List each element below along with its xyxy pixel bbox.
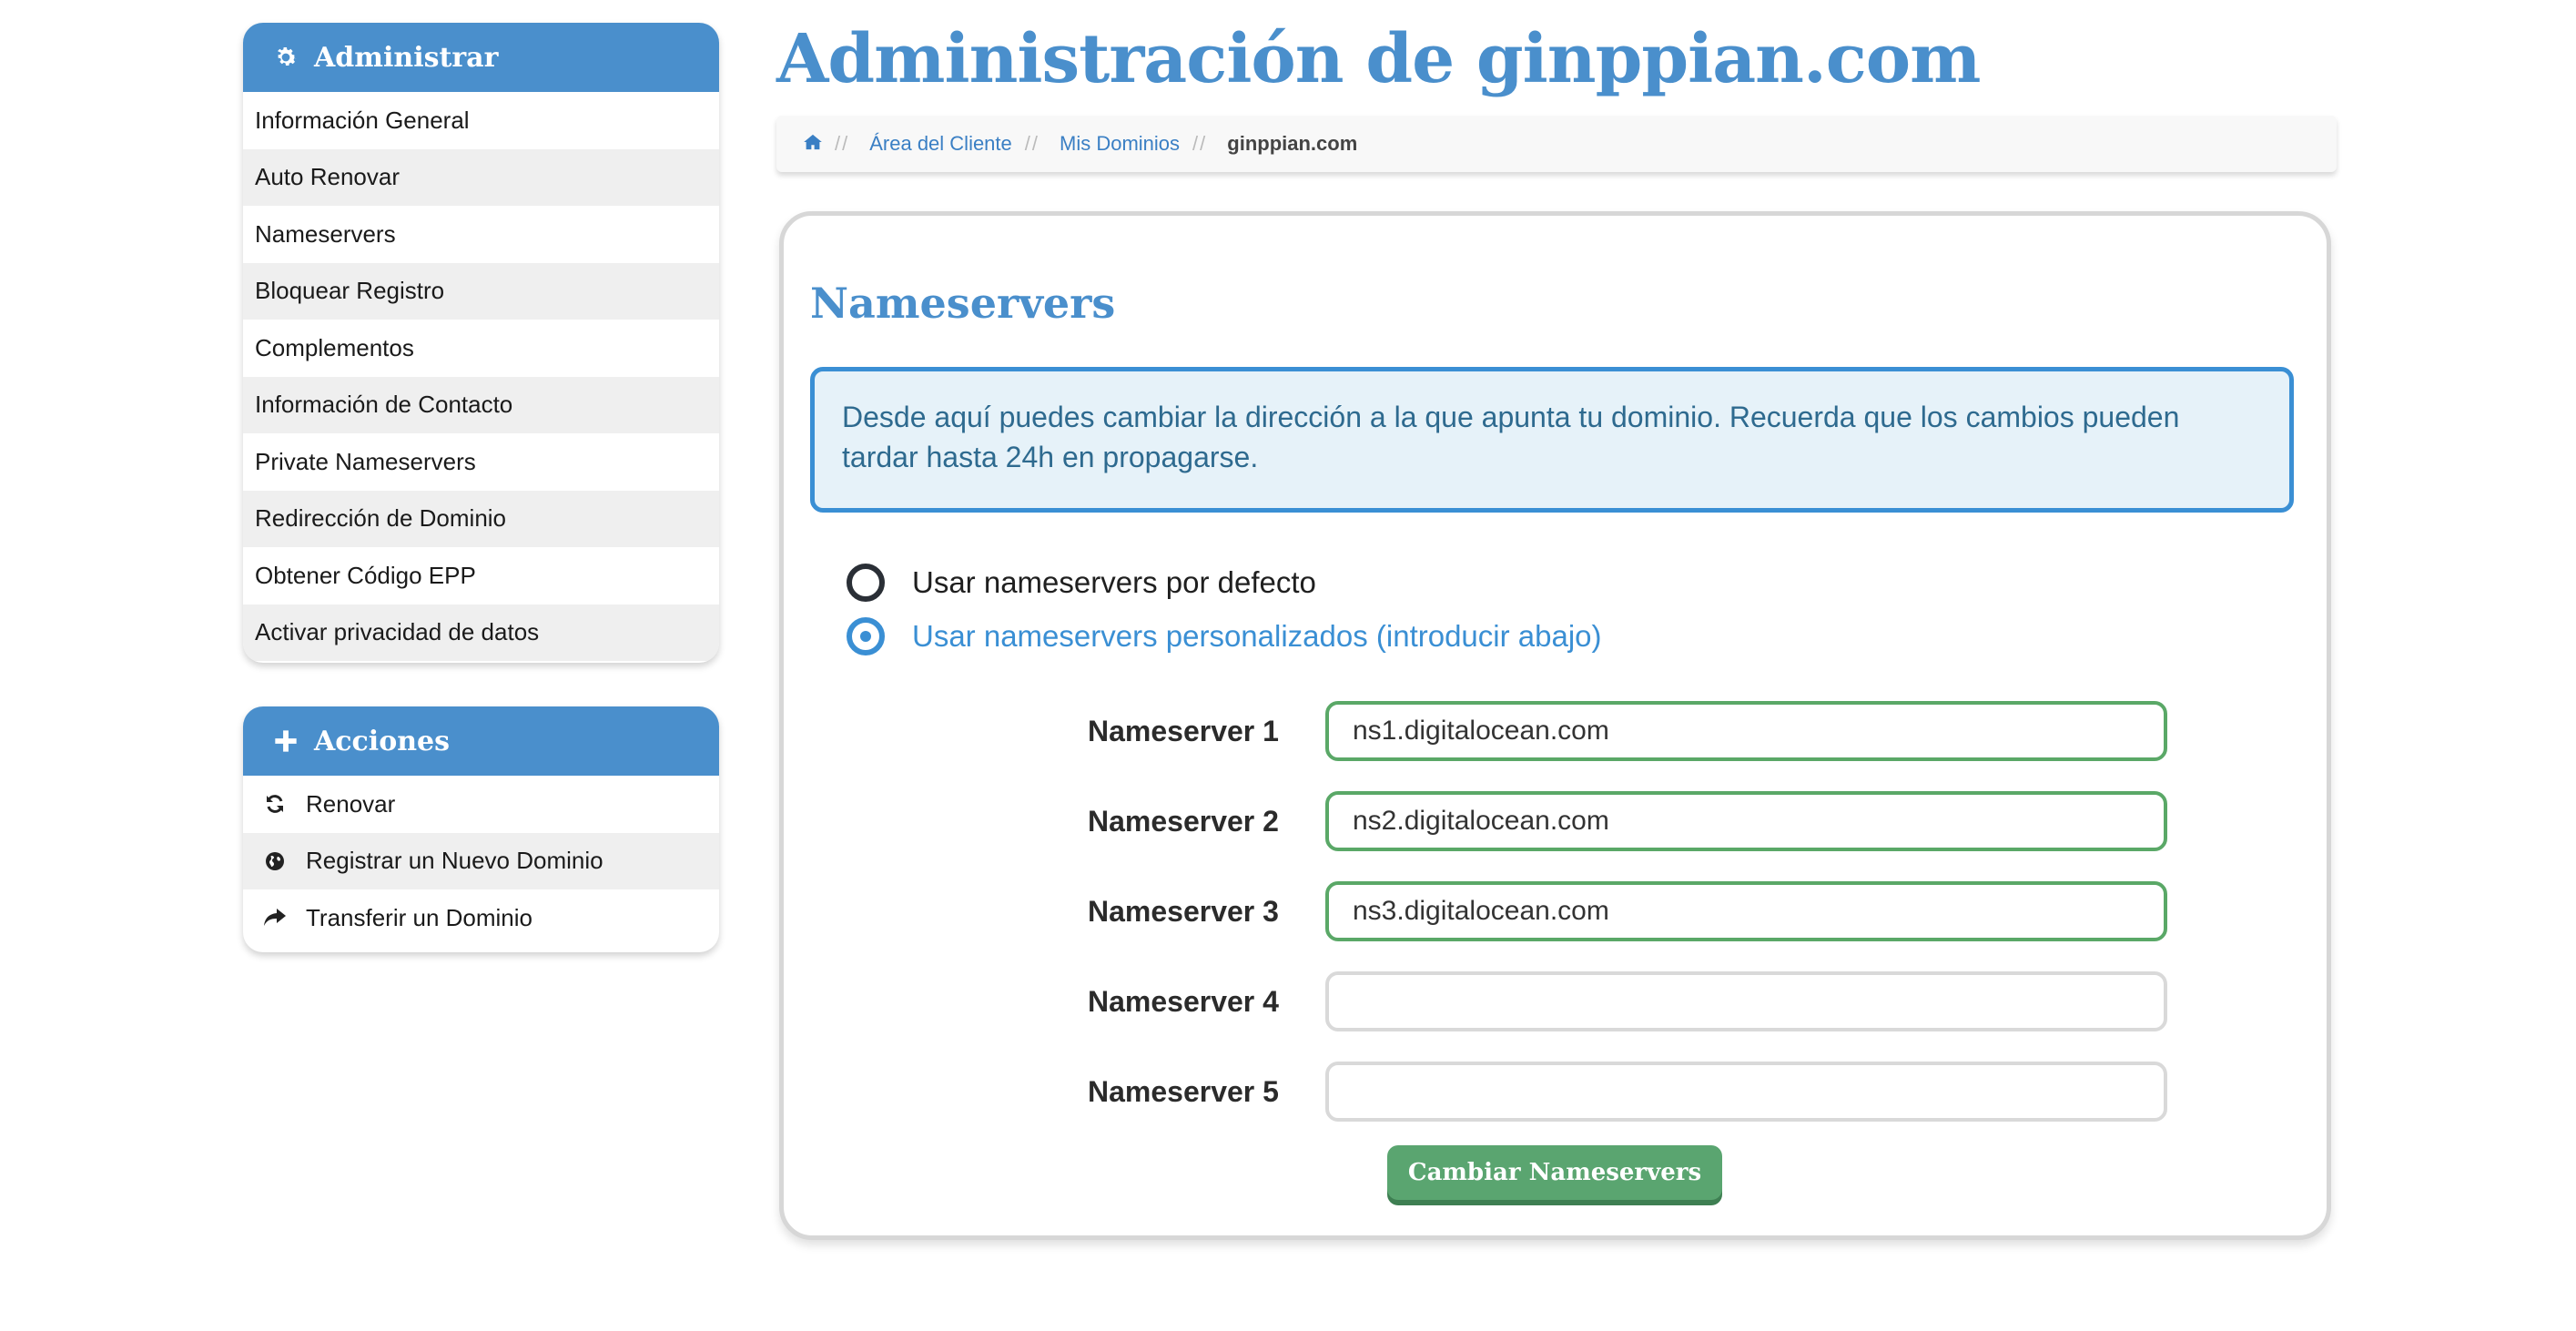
breadcrumb-separator: // bbox=[835, 132, 850, 155]
radio-button-unchecked[interactable] bbox=[847, 564, 885, 602]
admin-menu: Información General Auto Renovar Nameser… bbox=[243, 92, 719, 661]
breadcrumb-separator: // bbox=[1024, 132, 1040, 155]
admin-panel: Administrar Información General Auto Ren… bbox=[243, 23, 719, 663]
home-icon[interactable] bbox=[804, 132, 822, 156]
info-alert: Desde aquí puedes cambiar la dirección a… bbox=[810, 367, 2294, 513]
nameserver-3-input[interactable] bbox=[1325, 881, 2167, 941]
page-title: Administración de ginppian.com bbox=[776, 20, 1981, 98]
nameserver-1-label: Nameserver 1 bbox=[1088, 715, 1279, 747]
breadcrumb-link-area-cliente[interactable]: Área del Cliente bbox=[869, 132, 1012, 156]
breadcrumb-separator: // bbox=[1192, 132, 1208, 155]
actions-panel-title: Acciones bbox=[314, 725, 451, 757]
actions-panel-header: Acciones bbox=[243, 706, 719, 776]
sidebar-item-privacidad-datos[interactable]: Activar privacidad de datos bbox=[243, 604, 719, 661]
action-transferir-label: Transferir un Dominio bbox=[306, 903, 533, 931]
radio-custom-nameservers[interactable]: Usar nameservers personalizados (introdu… bbox=[847, 615, 1602, 657]
breadcrumb: // Área del Cliente // Mis Dominios // g… bbox=[776, 116, 2337, 172]
admin-panel-title: Administrar bbox=[314, 41, 499, 74]
action-registrar-label: Registrar un Nuevo Dominio bbox=[306, 847, 603, 875]
nameserver-2-input[interactable] bbox=[1325, 791, 2167, 851]
sidebar-item-redireccion-dominio[interactable]: Redirección de Dominio bbox=[243, 490, 719, 547]
sidebar-item-nameservers[interactable]: Nameservers bbox=[243, 206, 719, 263]
nameserver-5-input[interactable] bbox=[1325, 1062, 2167, 1122]
nameserver-2-label: Nameserver 2 bbox=[1088, 805, 1279, 838]
action-renovar-label: Renovar bbox=[306, 789, 396, 818]
sidebar-item-auto-renovar[interactable]: Auto Renovar bbox=[243, 148, 719, 206]
actions-menu: Renovar Registrar un Nuevo Dominio Trans… bbox=[243, 776, 719, 947]
radio-default-label: Usar nameservers por defecto bbox=[912, 565, 1316, 599]
breadcrumb-current: ginppian.com bbox=[1227, 132, 1358, 155]
action-transferir-dominio[interactable]: Transferir un Dominio bbox=[243, 889, 719, 947]
action-renovar[interactable]: Renovar bbox=[243, 776, 719, 833]
sidebar-item-private-nameservers[interactable]: Private Nameservers bbox=[243, 433, 719, 491]
share-arrow-icon bbox=[262, 905, 288, 930]
nameserver-4-input[interactable] bbox=[1325, 971, 2167, 1031]
refresh-icon bbox=[262, 791, 288, 817]
plus-icon bbox=[270, 726, 301, 757]
change-nameservers-button[interactable]: Cambiar Nameservers bbox=[1387, 1145, 1722, 1200]
gear-icon bbox=[270, 42, 301, 73]
globe-icon bbox=[262, 848, 288, 874]
actions-panel: Acciones Renovar Registrar un Nuevo Domi… bbox=[243, 706, 719, 952]
radio-default-nameservers[interactable]: Usar nameservers por defecto bbox=[847, 562, 1316, 604]
sidebar-item-codigo-epp[interactable]: Obtener Código EPP bbox=[243, 547, 719, 605]
sidebar-item-informacion-general[interactable]: Información General bbox=[243, 92, 719, 149]
radio-custom-label: Usar nameservers personalizados (introdu… bbox=[912, 619, 1602, 653]
sidebar-item-informacion-contacto[interactable]: Información de Contacto bbox=[243, 376, 719, 433]
sidebar-item-complementos[interactable]: Complementos bbox=[243, 320, 719, 377]
sidebar-item-bloquear-registro[interactable]: Bloquear Registro bbox=[243, 262, 719, 320]
section-title: Nameservers bbox=[810, 279, 1116, 328]
admin-panel-header: Administrar bbox=[243, 23, 719, 92]
breadcrumb-link-mis-dominios[interactable]: Mis Dominios bbox=[1060, 132, 1180, 156]
nameserver-5-label: Nameserver 5 bbox=[1088, 1075, 1279, 1108]
nameserver-3-label: Nameserver 3 bbox=[1088, 895, 1279, 928]
action-registrar-dominio[interactable]: Registrar un Nuevo Dominio bbox=[243, 832, 719, 889]
radio-button-checked[interactable] bbox=[847, 617, 885, 655]
nameserver-4-label: Nameserver 4 bbox=[1088, 985, 1279, 1018]
nameserver-1-input[interactable] bbox=[1325, 701, 2167, 761]
